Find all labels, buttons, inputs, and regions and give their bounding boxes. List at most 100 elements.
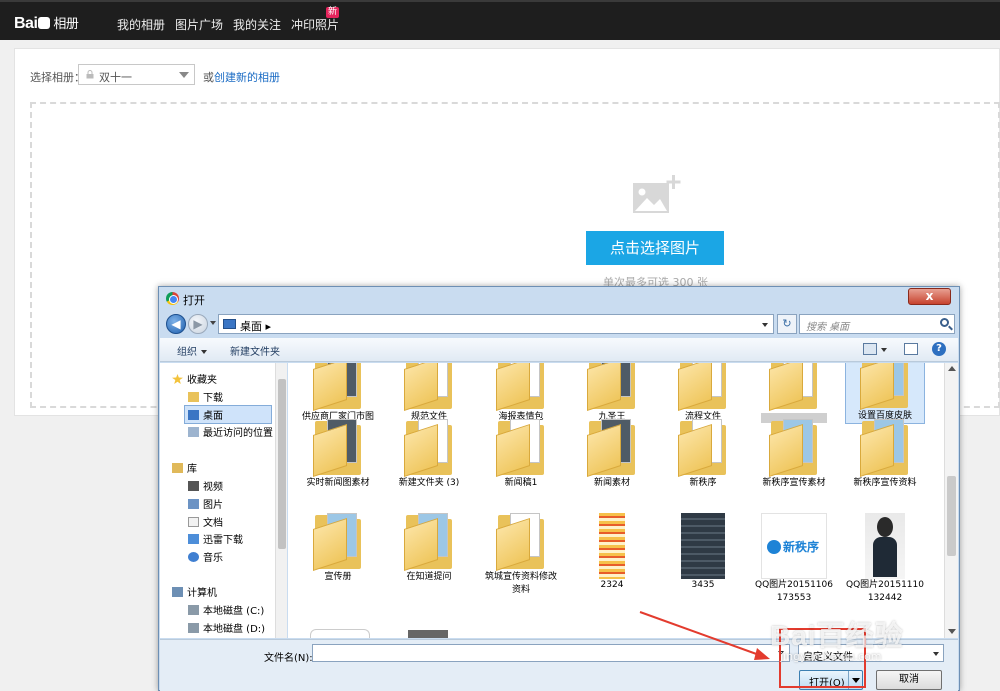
nav-following[interactable]: 我的关注 [233,16,281,33]
folder-item[interactable]: 九圣王 [572,363,652,424]
image-thumbnail: 新秩序 [761,513,827,579]
view-mode-icon[interactable] [863,343,877,355]
file-label: 新秩序 [689,478,717,488]
nav-documents[interactable]: 文档 [188,514,223,529]
watermark-logo: Bai百经验 [770,620,904,651]
nav-photo-square[interactable]: 图片广场 [175,16,223,33]
portrait-hair [877,517,893,537]
nav-label: 最近访问的位置 [203,428,273,439]
image-thumbnail [599,513,625,579]
nav-xunlei-downloads[interactable]: 迅雷下载 [188,531,243,546]
refresh-icon[interactable]: ↻ [777,314,797,334]
image-file-item[interactable]: 新秩序 QQ图片20151106173553 [754,513,834,605]
folder-item[interactable]: 新闻素材 [572,419,652,490]
folder-item-selected[interactable]: 设置百度皮肤 [845,363,925,424]
folder-item[interactable]: 筑城宣传资料修改资料 [481,513,561,597]
create-album-link[interactable]: 创建新的相册 [214,71,280,84]
address-bar[interactable]: 桌面 ▸ [218,314,774,334]
nav-recent-places[interactable]: 最近访问的位置 [188,424,273,439]
navigation-scrollbar[interactable] [275,363,287,638]
dialog-toolbar: 组织 新建文件夹 ? [160,338,958,362]
create-album-text: 或创建新的相册 [203,69,280,85]
folder-item[interactable]: 在知道提问 [389,513,469,584]
folder-item[interactable]: 新闻稿1 [481,419,561,490]
album-select-label: 选择相册： [30,71,85,84]
dialog-titlebar[interactable]: 打开 x [159,287,959,311]
image-file-item[interactable]: 3435 [663,513,743,592]
nav-libraries[interactable]: 库 [172,460,197,475]
file-label: 新闻稿1 [504,478,538,488]
disk-icon [188,605,199,615]
nav-label: 收藏夹 [187,375,217,386]
nav-disk-c[interactable]: 本地磁盘 (C:) [188,602,264,617]
address-dropdown-icon[interactable] [762,323,768,327]
file-label: 在知道提问 [406,572,452,582]
folder-item[interactable]: 海报表情包 [481,363,561,424]
back-arrow-icon[interactable]: ◀ [166,314,186,334]
desktop-icon [188,410,199,420]
help-icon[interactable]: ? [932,342,946,356]
lock-icon [86,70,94,79]
organize-menu[interactable]: 组织 [177,343,207,358]
baidu-album-logo[interactable]: Bai 相册 [14,13,79,33]
album-select[interactable]: 双十一 [78,64,195,85]
chevron-down-icon [201,350,207,354]
scrollbar-thumb[interactable] [278,379,286,549]
folder-item[interactable]: 规范文件 [389,363,469,424]
star-icon [172,374,183,384]
baidu-jingyan-watermark: Bai百经验 jingyan.baidu.com [752,614,992,674]
nav-videos[interactable]: 视频 [188,478,223,493]
folder-item[interactable] [754,363,834,423]
nav-disk-d[interactable]: 本地磁盘 (D:) [188,620,265,635]
breadcrumb-desktop[interactable]: 桌面 [240,320,262,333]
close-button[interactable]: x [908,288,951,305]
breadcrumb-separator[interactable]: ▸ [266,320,272,333]
folder-item[interactable]: 新秩序 [663,419,743,490]
forward-arrow-icon[interactable]: ▶ [188,314,208,334]
filename-input[interactable] [312,644,790,662]
history-dropdown-icon[interactable] [210,321,216,325]
folder-item[interactable]: 新建文件夹 (3) [389,419,469,490]
chevron-down-icon [179,72,189,78]
nav-my-albums[interactable]: 我的相册 [117,16,165,33]
scrollbar-thumb[interactable] [947,476,956,556]
nav-label: 迅雷下载 [203,535,243,546]
file-label: 新秩序宣传素材 [762,478,826,488]
image-file-item[interactable]: 2324 [572,513,652,592]
image-file-item[interactable]: QQ图片20151110132442 [845,513,925,605]
preview-pane-icon[interactable] [904,343,918,355]
create-album-prefix: 或 [203,71,214,84]
music-icon [188,552,199,562]
file-label: 筑城宣传资料修改资料 [484,572,557,595]
file-label: 新秩序宣传资料 [853,478,917,488]
file-label: 新建文件夹 (3) [398,478,460,488]
filename-label: 文件名(N): [264,653,313,664]
nav-music[interactable]: 音乐 [188,549,223,564]
folder-item[interactable]: 供应商厂家门市图 [298,363,378,424]
folder-item[interactable]: 实时新闻图素材 [298,419,378,490]
breadcrumb[interactable]: 桌面 ▸ [240,318,271,334]
nav-label: 计算机 [187,588,217,599]
folder-item[interactable]: 流程文件 [663,363,743,424]
nav-downloads[interactable]: 下载 [188,389,223,404]
folder-item[interactable]: 宣传册 [298,513,378,584]
scroll-up-icon[interactable] [948,366,956,371]
nav-computer[interactable]: 计算机 [172,584,217,599]
view-dropdown-icon[interactable] [881,348,887,352]
file-label: 新闻素材 [593,478,630,488]
nav-pictures[interactable]: 图片 [188,496,223,511]
file-list-scrollbar[interactable] [944,363,958,638]
top-navigation-bar: Bai 相册 我的相册 图片广场 我的关注 冲印照片 新 [0,0,1000,40]
pictures-icon [188,499,199,509]
nav-print-photos[interactable]: 冲印照片 [291,16,339,33]
folder-item[interactable]: 新秩序宣传素材 [754,419,834,490]
nav-favorites[interactable]: 收藏夹 [172,371,217,386]
recent-places-icon [188,427,199,437]
baidu-paw-icon [38,17,51,29]
new-folder-button[interactable]: 新建文件夹 [230,343,280,358]
nav-desktop[interactable]: 桌面 [184,405,272,424]
search-input[interactable]: 搜索 桌面 [799,314,955,334]
nav-label: 本地磁盘 (D:) [203,624,266,635]
select-images-button[interactable]: 点击选择图片 [586,231,724,265]
folder-item[interactable]: 新秩序宣传资料 [845,419,925,490]
